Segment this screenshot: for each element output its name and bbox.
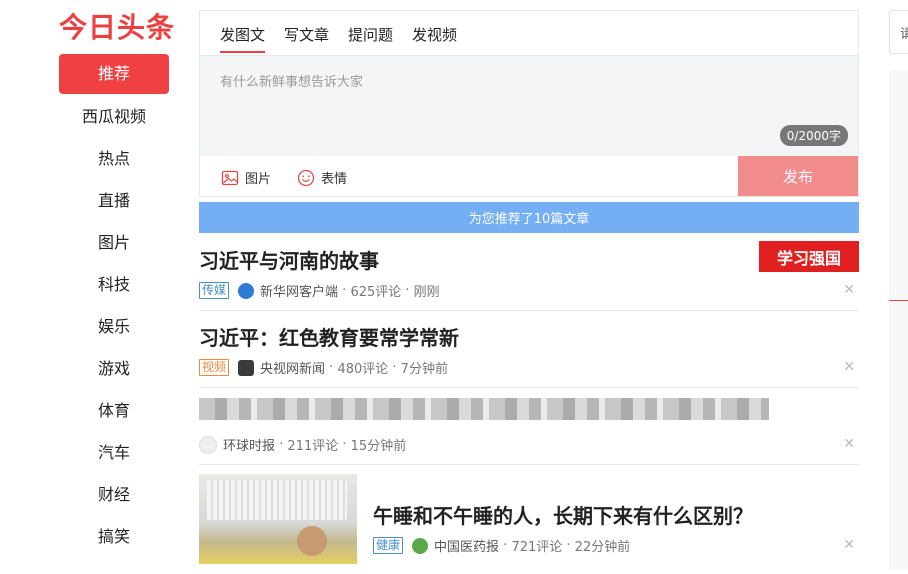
category-tag: 传媒	[199, 282, 230, 299]
publish-time: 刚刚	[413, 285, 440, 300]
comment-count[interactable]: 480评论	[337, 358, 388, 377]
article-thumbnail[interactable]	[199, 474, 357, 564]
source-name[interactable]: 环球时报	[223, 435, 275, 454]
nav-item-xigua-video[interactable]: 西瓜视频	[59, 96, 169, 138]
source-name[interactable]: 新华网客户端	[260, 281, 338, 300]
feed-item[interactable]: 午睡和不午睡的人，长期下来有什么区别？ 健康 中国医药报 · 721评论 · 2…	[199, 464, 859, 574]
emoji-button[interactable]: 表情	[297, 168, 347, 187]
tab-ask-question[interactable]: 提问题	[348, 24, 393, 45]
site-logo[interactable]: 今日头条	[59, 6, 175, 46]
post-composer: 发图文 写文章 提问题 发视频 有什么新鲜事想告诉大家 0/2000字 图片 表…	[199, 10, 859, 197]
dismiss-icon[interactable]: ✕	[843, 282, 855, 298]
source-avatar-icon	[412, 537, 429, 554]
nav-item-hot[interactable]: 热点	[59, 138, 169, 180]
source-avatar-icon	[199, 435, 217, 454]
image-button-label: 图片	[245, 172, 272, 187]
article-meta: 健康 中国医药报 · 721评论 · 22分钟前	[373, 536, 630, 555]
publish-time: 22分钟前	[574, 540, 631, 555]
tab-post-image-text[interactable]: 发图文	[220, 24, 266, 53]
article-meta: 视频 央视网新闻 · 480评论 · 7分钟前	[199, 358, 448, 377]
nav-item-tech[interactable]: 科技	[59, 264, 169, 306]
right-sidebar-panel	[889, 70, 908, 570]
category-tag: 视频	[199, 359, 230, 376]
article-meta: 传媒 新华网客户端 · 625评论 · 刚刚	[199, 281, 440, 300]
composer-toolbar: 图片 表情 发布	[200, 156, 858, 196]
thumbnail-person	[297, 526, 327, 556]
feed-item[interactable]: 习近平：红色教育要常学常新 视频 央视网新闻 · 480评论 · 7分钟前 ✕	[199, 310, 859, 388]
publish-button[interactable]: 发布	[738, 156, 858, 196]
channel-nav: 推荐 西瓜视频 热点 直播 图片 科技 娱乐 游戏 体育 汽车 财经 搞笑	[59, 54, 169, 558]
source-avatar-icon	[238, 359, 255, 376]
nav-item-auto[interactable]: 汽车	[59, 432, 169, 474]
category-tag: 健康	[373, 537, 404, 554]
article-title[interactable]: 习近平与河南的故事	[199, 245, 379, 274]
article-title[interactable]: 午睡和不午睡的人，长期下来有什么区别？	[373, 500, 753, 529]
source-avatar-icon	[238, 282, 255, 299]
nav-item-live[interactable]: 直播	[59, 180, 169, 222]
source-name[interactable]: 央视网新闻	[260, 358, 325, 377]
dismiss-icon[interactable]: ✕	[843, 537, 855, 553]
publish-time: 7分钟前	[400, 362, 448, 377]
nav-item-sports[interactable]: 体育	[59, 390, 169, 432]
dismiss-icon[interactable]: ✕	[843, 359, 855, 375]
recommend-banner[interactable]: 为您推荐了10篇文章	[199, 202, 859, 233]
feed-item[interactable]: 习近平与河南的故事 学习强国 传媒 新华网客户端 · 625评论 · 刚刚 ✕	[199, 233, 859, 311]
search-placeholder: 请	[900, 27, 908, 42]
image-icon	[221, 170, 239, 185]
comment-count[interactable]: 211评论	[287, 435, 338, 454]
thumbnail-blind	[207, 480, 347, 520]
dismiss-icon[interactable]: ✕	[843, 436, 855, 452]
post-textarea[interactable]: 有什么新鲜事想告诉大家 0/2000字	[200, 56, 858, 156]
search-input[interactable]: 请	[889, 10, 908, 54]
article-meta: 环球时报 · 211评论 · 15分钟前	[199, 435, 406, 454]
nav-item-finance[interactable]: 财经	[59, 474, 169, 516]
nav-item-games[interactable]: 游戏	[59, 348, 169, 390]
source-name[interactable]: 中国医药报	[434, 536, 499, 555]
nav-item-images[interactable]: 图片	[59, 222, 169, 264]
nav-item-recommend[interactable]: 推荐	[59, 54, 169, 94]
comment-count[interactable]: 721评论	[511, 536, 562, 555]
blurred-article-title[interactable]	[199, 398, 769, 420]
composer-tabs: 发图文 写文章 提问题 发视频	[200, 11, 858, 56]
comment-count[interactable]: 625评论	[350, 281, 401, 300]
nav-item-funny[interactable]: 搞笑	[59, 516, 169, 558]
article-thumbnail[interactable]: 学习强国	[759, 241, 859, 272]
tab-post-video[interactable]: 发视频	[412, 24, 457, 45]
char-counter: 0/2000字	[779, 125, 848, 146]
publish-time: 15分钟前	[350, 439, 407, 454]
panel-divider	[889, 300, 908, 301]
post-placeholder: 有什么新鲜事想告诉大家	[220, 75, 364, 90]
feed-item[interactable]: 环球时报 · 211评论 · 15分钟前 ✕	[199, 387, 859, 465]
nav-item-entertainment[interactable]: 娱乐	[59, 306, 169, 348]
image-button[interactable]: 图片	[221, 168, 271, 187]
tab-write-article[interactable]: 写文章	[284, 24, 329, 45]
emoji-button-label: 表情	[321, 172, 348, 187]
emoji-icon	[297, 169, 315, 186]
article-title[interactable]: 习近平：红色教育要常学常新	[199, 322, 459, 351]
